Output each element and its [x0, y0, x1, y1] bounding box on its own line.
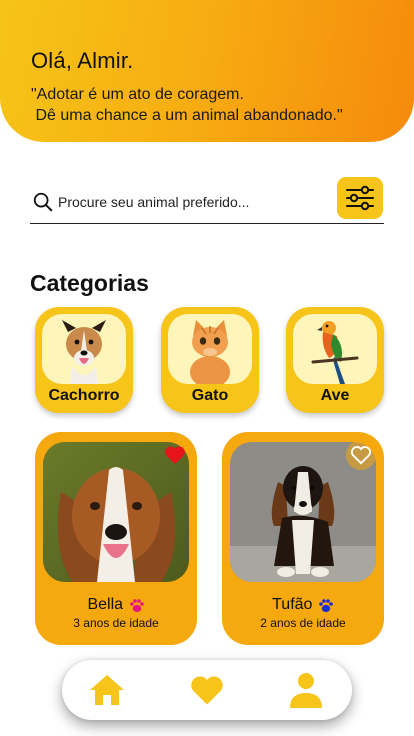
pet-card-bella[interactable]: Bella 3 anos de idade [35, 432, 197, 645]
sliders-icon [346, 185, 374, 211]
category-label: Gato [191, 387, 229, 404]
bird-image [293, 314, 377, 384]
pet-name-row: Tufão [222, 596, 384, 614]
category-bird[interactable]: Ave [286, 307, 384, 413]
greeting-text: Olá, Almir. [31, 48, 134, 73]
search-icon[interactable] [32, 191, 54, 213]
home-icon [90, 675, 124, 705]
quote-text: "Adotar é um ato de coragem. Dê uma chan… [31, 84, 401, 126]
nav-favorites[interactable] [177, 660, 237, 720]
search-input[interactable] [58, 190, 328, 214]
category-dog[interactable]: Cachorro [35, 307, 133, 413]
header-banner: Olá, Almir. "Adotar é um ato de coragem.… [0, 0, 414, 142]
bottom-nav [62, 660, 352, 720]
category-cat[interactable]: Gato [161, 307, 259, 413]
search-bar [30, 176, 384, 224]
pet-age: 2 anos de idade [260, 616, 346, 630]
filter-button[interactable] [337, 177, 383, 219]
pet-card-tufao[interactable]: Tufão 2 anos de idade [222, 432, 384, 645]
heart-filled-icon [165, 446, 185, 465]
dog-image [42, 314, 126, 384]
favorite-button[interactable] [160, 440, 190, 470]
heart-icon [191, 676, 223, 705]
nav-home[interactable] [77, 660, 137, 720]
quote-line: "Adotar é um ato de coragem. [31, 86, 244, 103]
category-label: Cachorro [48, 387, 120, 404]
quote-line: Dê uma chance a um animal abandonado." [31, 107, 343, 124]
paw-icon [319, 598, 333, 612]
nav-profile[interactable] [276, 660, 336, 720]
pet-name: Tufão [272, 596, 313, 613]
pet-age: 3 anos de idade [73, 616, 159, 630]
paw-icon [129, 598, 144, 612]
category-label: Ave [320, 387, 350, 404]
user-icon [290, 673, 322, 708]
pet-name-row: Bella [35, 596, 197, 614]
favorite-button[interactable] [346, 440, 376, 470]
pet-name: Bella [87, 596, 124, 613]
categories-title: Categorias [30, 270, 149, 296]
heart-outline-icon [350, 446, 372, 465]
cat-image [168, 314, 252, 384]
